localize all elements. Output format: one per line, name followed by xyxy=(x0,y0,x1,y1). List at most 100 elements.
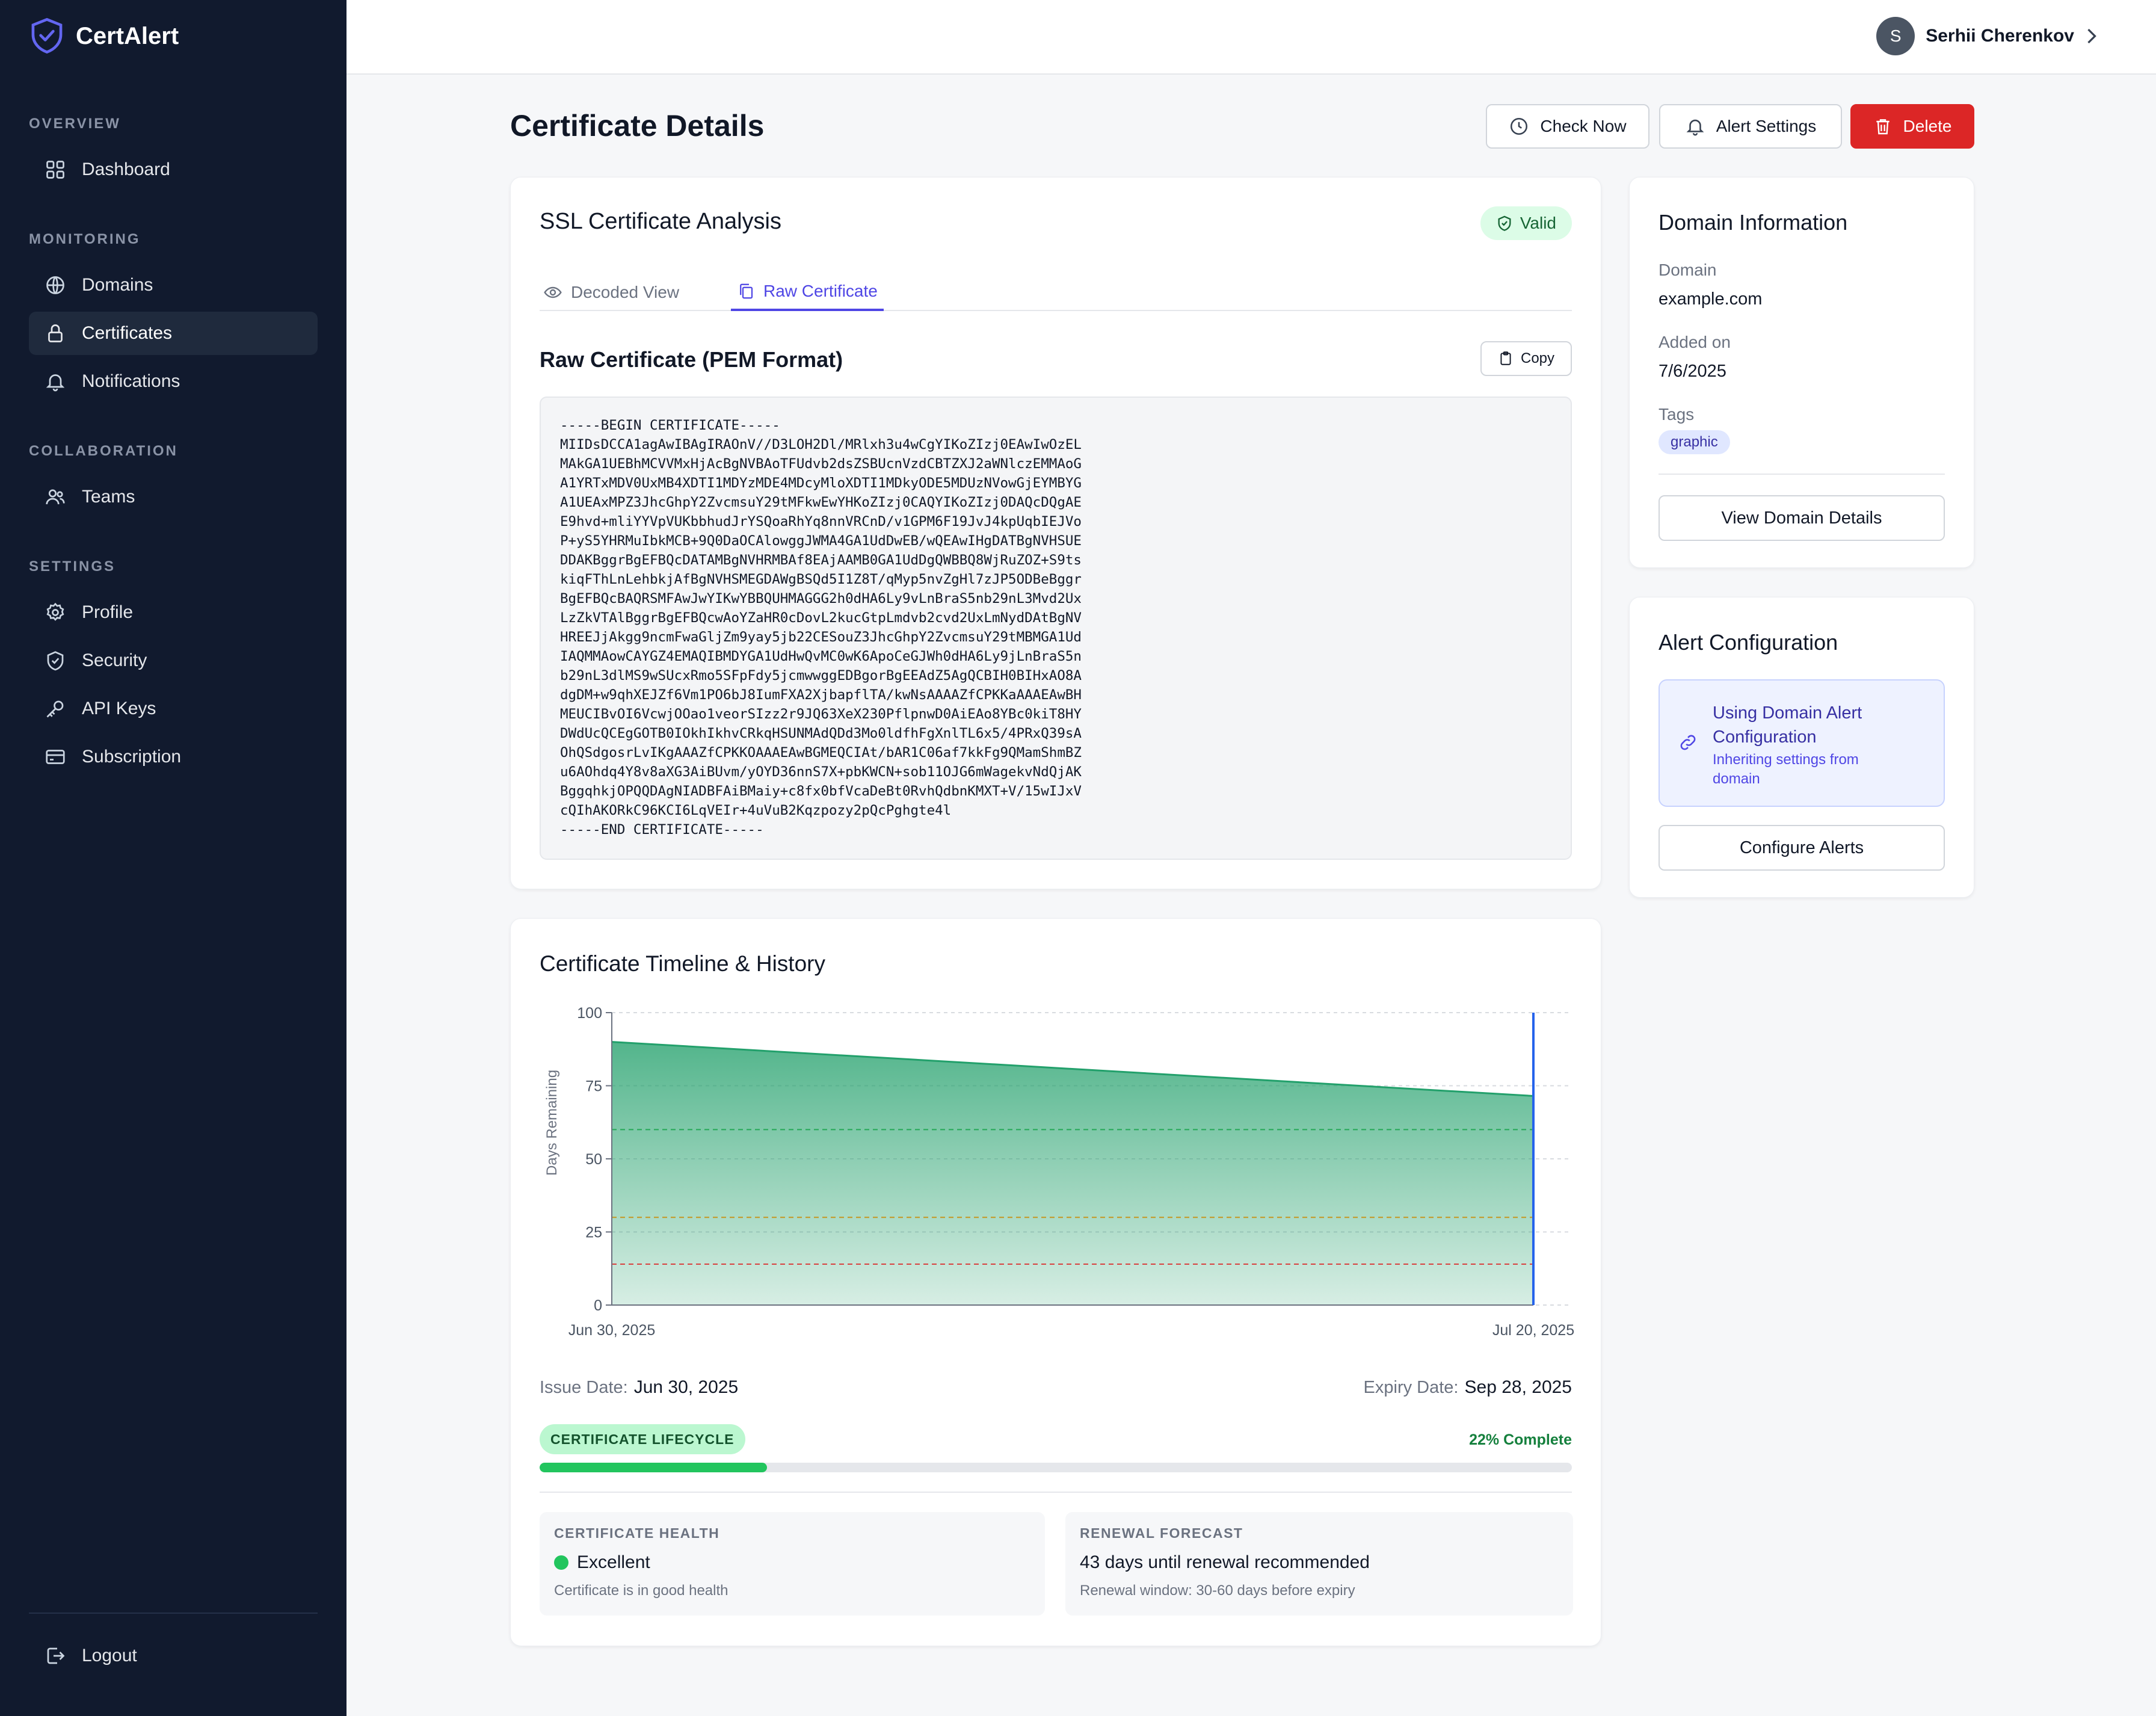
logout-label: Logout xyxy=(82,1646,137,1665)
user-menu[interactable]: S Serhii Cherenkov xyxy=(1876,17,2098,55)
shield-icon xyxy=(47,651,64,671)
health-status-dot xyxy=(554,1555,568,1570)
clipboard-icon xyxy=(1500,351,1511,365)
shield-check-icon xyxy=(1498,215,1511,231)
shield-check-logo-icon xyxy=(31,18,63,54)
ssl-analysis-card: SSL Certificate Analysis Valid Decoded V… xyxy=(510,177,1601,889)
grid-icon xyxy=(46,161,64,179)
certificate-health-box: CERTIFICATE HEALTH Excellent Certificate… xyxy=(540,1512,1045,1616)
alert-config-card: Alert Configuration Using Domain Alert C… xyxy=(1629,597,1974,898)
eye-icon xyxy=(544,286,562,298)
delete-label: Delete xyxy=(1903,117,1952,135)
issue-date: Issue Date: Jun 30, 2025 xyxy=(540,1377,738,1398)
renewal-forecast-box: RENEWAL FORECAST 43 days until renewal r… xyxy=(1065,1512,1573,1616)
tab-raw-certificate[interactable]: Raw Certificate xyxy=(731,274,884,311)
added-value: 7/6/2025 xyxy=(1659,362,1726,381)
key-icon xyxy=(46,700,64,718)
chevron-right-icon xyxy=(2087,28,2096,44)
top-bar: S Serhii Cherenkov xyxy=(346,0,2156,75)
sidebar-item-security[interactable]: Security xyxy=(29,639,318,682)
x-tick-label: Jun 30, 2025 xyxy=(568,1322,656,1339)
sidebar-item-label: Domains xyxy=(82,275,153,295)
tags-label: Tags xyxy=(1659,405,1695,424)
expiry-date-label: Expiry Date: xyxy=(1363,1378,1459,1397)
lock-icon xyxy=(48,324,63,342)
sidebar-item-teams[interactable]: Teams xyxy=(29,475,318,519)
y-tick-label: 100 xyxy=(577,1005,602,1022)
nav-section-overview: OVERVIEW xyxy=(29,116,121,132)
sidebar-item-certificates[interactable]: Certificates xyxy=(29,312,318,355)
health-status: Excellent xyxy=(554,1552,1030,1573)
y-tick-label: 75 xyxy=(585,1078,602,1095)
delete-button[interactable]: Delete xyxy=(1850,104,1974,149)
status-text: Valid xyxy=(1520,214,1556,232)
lifecycle-progress-bar xyxy=(540,1463,1572,1472)
trash-icon xyxy=(1876,119,1890,135)
sidebar-item-label: Dashboard xyxy=(82,159,170,179)
sidebar-item-profile[interactable]: Profile xyxy=(29,591,318,634)
brand[interactable]: CertAlert xyxy=(30,18,179,54)
sidebar: CertAlert OVERVIEW Dashboard MONITORING … xyxy=(0,0,346,1716)
sidebar-item-subscription[interactable]: Subscription xyxy=(29,735,318,779)
tab-bar: Decoded View Raw Certificate xyxy=(540,274,1572,311)
alert-config-title: Alert Configuration xyxy=(1659,630,1838,655)
gear-icon xyxy=(46,602,64,621)
users-icon xyxy=(46,489,65,505)
link-icon xyxy=(1680,735,1696,750)
y-tick-label: 0 xyxy=(594,1297,602,1314)
issue-date-value: Jun 30, 2025 xyxy=(633,1377,739,1397)
alert-settings-button[interactable]: Alert Settings xyxy=(1659,104,1842,149)
sidebar-item-label: Notifications xyxy=(82,371,180,391)
sidebar-item-label: Teams xyxy=(82,487,135,507)
lifecycle-badge: CERTIFICATE LIFECYCLE xyxy=(540,1424,745,1454)
renewal-heading: RENEWAL FORECAST xyxy=(1080,1525,1243,1541)
tab-label: Raw Certificate xyxy=(763,282,878,300)
tab-label: Decoded View xyxy=(571,283,680,301)
domain-info-title: Domain Information xyxy=(1659,210,1848,235)
card-icon xyxy=(46,750,65,764)
expiry-date: Expiry Date: Sep 28, 2025 xyxy=(1364,1377,1572,1398)
logout-button[interactable]: Logout xyxy=(29,1634,318,1677)
sidebar-item-notifications[interactable]: Notifications xyxy=(29,360,318,403)
domain-info-card: Domain Information Domain example.com Ad… xyxy=(1629,177,1974,568)
check-now-button[interactable]: Check Now xyxy=(1486,104,1649,149)
view-domain-details-button[interactable]: View Domain Details xyxy=(1659,495,1945,541)
sidebar-item-dashboard[interactable]: Dashboard xyxy=(29,148,318,191)
configure-alerts-button[interactable]: Configure Alerts xyxy=(1659,825,1945,871)
copy-label: Copy xyxy=(1520,350,1555,366)
clock-icon xyxy=(1511,117,1528,135)
days-remaining-area xyxy=(612,1042,1533,1305)
domain-label: Domain xyxy=(1659,261,1717,279)
y-axis-label: Days Remaining xyxy=(544,1070,560,1176)
pem-block[interactable]: -----BEGIN CERTIFICATE----- MIIDsDCCA1ag… xyxy=(540,397,1572,860)
pem-text: -----BEGIN CERTIFICATE----- MIIDsDCCA1ag… xyxy=(560,418,1082,838)
copy-button[interactable]: Copy xyxy=(1480,341,1572,376)
sidebar-item-domains[interactable]: Domains xyxy=(29,264,318,307)
domain-alert-sub: Inheriting settings from domain xyxy=(1713,752,1859,787)
logout-icon xyxy=(47,1647,65,1664)
sidebar-item-label: Certificates xyxy=(82,323,173,343)
app-name: CertAlert xyxy=(76,22,179,49)
tab-decoded-view[interactable]: Decoded View xyxy=(543,274,679,311)
sidebar-divider xyxy=(29,1613,318,1614)
health-heading: CERTIFICATE HEALTH xyxy=(554,1525,720,1541)
divider xyxy=(540,1492,1572,1493)
timeline-card: Certificate Timeline & History 0 25 50 75 10… xyxy=(510,918,1601,1646)
progress-percent: 22% Complete xyxy=(1469,1431,1572,1448)
domain-alert-title: Using Domain Alert Configuration xyxy=(1713,703,1862,747)
renewal-sub: Renewal window: 30-60 days before expiry xyxy=(1080,1582,1355,1599)
ssl-card-title: SSL Certificate Analysis xyxy=(540,209,781,234)
status-badge: Valid xyxy=(1480,206,1572,240)
sidebar-item-api-keys[interactable]: API Keys xyxy=(29,687,318,730)
raw-certificate-title: Raw Certificate (PEM Format) xyxy=(540,347,843,372)
y-tick-label: 50 xyxy=(585,1151,602,1168)
nav-section-collaboration: COLLABORATION xyxy=(29,443,178,459)
avatar: S xyxy=(1876,17,1915,55)
page-title: Certificate Details xyxy=(510,109,765,143)
days-remaining-chart: 0 25 50 75 100 Jun 30, 2025 Jul 20, 2025 Days R… xyxy=(544,1005,1574,1339)
tag-chip[interactable]: graphic xyxy=(1659,430,1730,454)
sidebar-item-label: API Keys xyxy=(82,699,156,718)
health-status-text: Excellent xyxy=(577,1552,650,1572)
divider xyxy=(1659,474,1945,475)
sidebar-item-label: Profile xyxy=(82,602,134,622)
